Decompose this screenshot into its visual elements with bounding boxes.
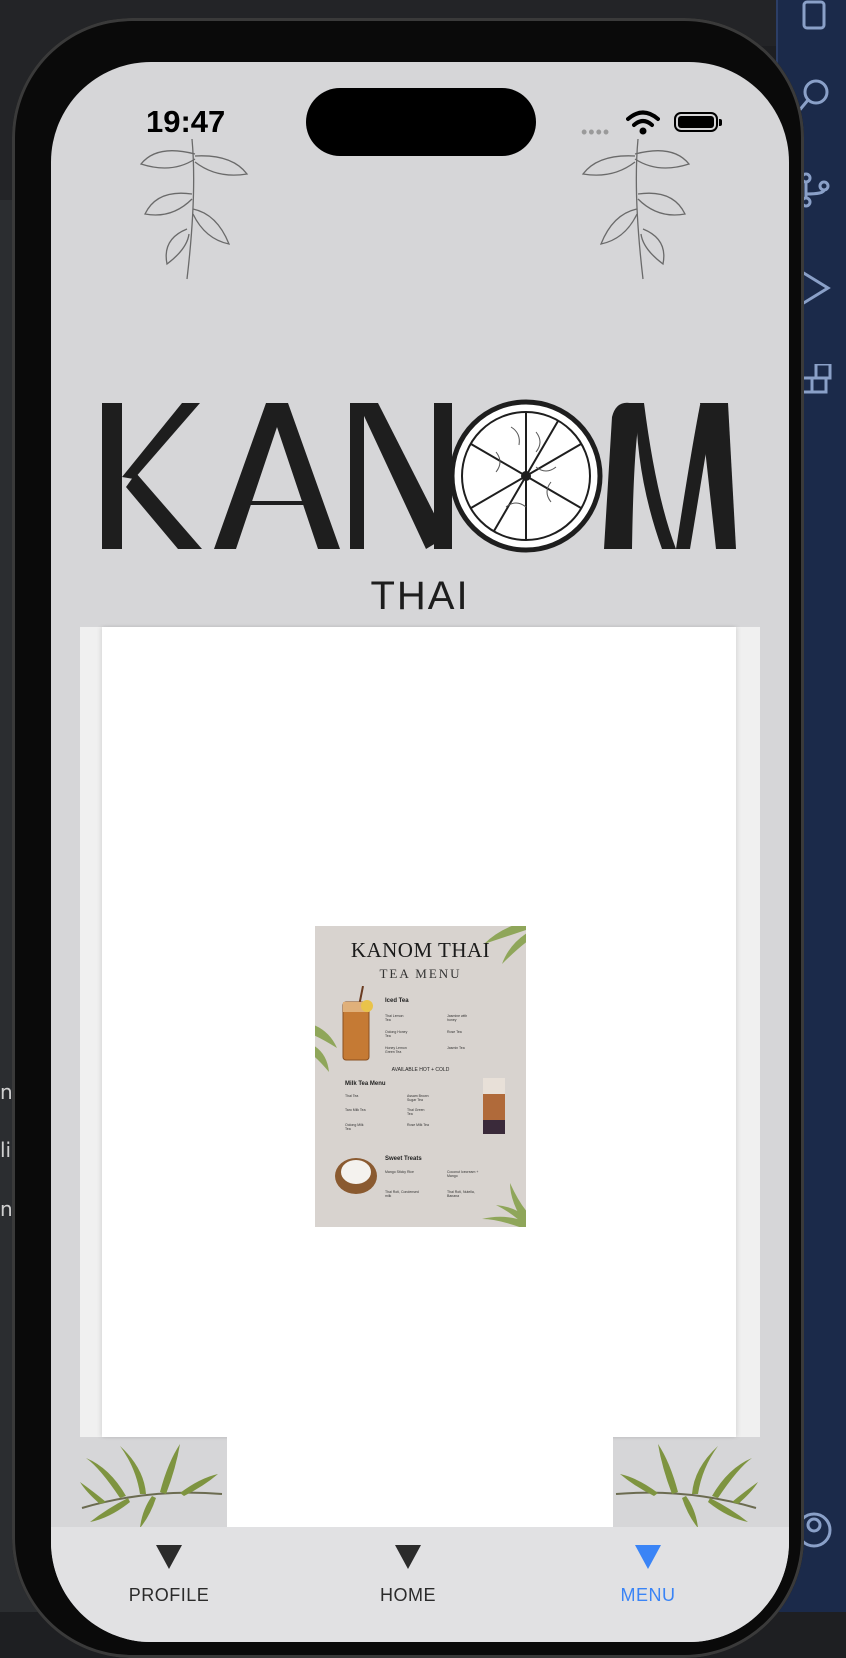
menu-section-title: Iced Tea (385, 998, 409, 1004)
bamboo-branch-icon (615, 1444, 758, 1528)
menu-item: Thai Roti, Nutella, Banana (447, 1190, 475, 1198)
tab-menu-label: MENU (620, 1585, 676, 1605)
bottom-content-strip (227, 1437, 613, 1527)
menu-item: Coconut Icecream + Mango (447, 1170, 479, 1178)
triangle-down-icon (635, 1545, 661, 1569)
dynamic-island (306, 88, 536, 156)
menu-section-title: Sweet Treats (385, 1156, 422, 1162)
tab-menu[interactable]: MENU (548, 1527, 748, 1627)
menu-item: Oolong Honey Tea (385, 1030, 408, 1038)
coconut-icon (335, 1158, 377, 1194)
ide-text-fragment: li (0, 1138, 12, 1162)
leaf-illustration-icon (581, 138, 691, 280)
tab-home-label: HOME (380, 1585, 436, 1605)
menu-item: Thai Tea (345, 1094, 359, 1098)
menu-item: Jasmine with honey (447, 1014, 468, 1022)
menu-item: Thai Lemon Tea (385, 1014, 404, 1022)
triangle-down-icon (156, 1545, 182, 1569)
menu-item: Honey Lemon Green Tea (385, 1046, 407, 1054)
menu-item: Rose Milk Tea (407, 1123, 429, 1127)
menu-image-subtitle: TEA MENU (379, 966, 462, 981)
bamboo-branch-icon (80, 1444, 223, 1528)
ide-text-fragment: n (0, 1080, 13, 1104)
milk-tea-glass-icon (483, 1078, 505, 1134)
wifi-icon (626, 110, 660, 135)
tab-home[interactable]: HOME (308, 1527, 508, 1627)
iced-tea-glass-icon (342, 986, 373, 1061)
menu-item: Thai Roti, Condensed milk (385, 1190, 419, 1198)
bamboo-leaves-icon (482, 1183, 526, 1227)
ide-text-fragment: n (0, 1197, 13, 1221)
tea-menu-image[interactable]: KANOM THAI TEA MENU Iced Tea Thai Lemon … (315, 926, 526, 1227)
menu-item: Oolong Milk Tea (345, 1123, 364, 1131)
bottom-tab-bar: PROFILE HOME MENU (51, 1527, 789, 1642)
app-screen: 19:47 •••• THAI KANOM THAI TEA MENU Iced… (51, 62, 789, 1642)
menu-item: Mango Sticky Rice (385, 1170, 414, 1174)
menu-item: Thai Green Tea (407, 1108, 425, 1116)
leaf-illustration-icon (139, 138, 249, 280)
menu-section-title: Milk Tea Menu (345, 1081, 386, 1087)
brand-subtitle: THAI (370, 574, 470, 618)
tab-profile[interactable]: PROFILE (69, 1527, 269, 1627)
menu-item: Taro Milk Tea (345, 1108, 366, 1112)
battery-icon (674, 112, 722, 132)
menu-item: Assam Brown Sugar Tea (407, 1094, 429, 1102)
iphone-frame: 19:47 •••• THAI KANOM THAI TEA MENU Iced… (12, 18, 804, 1658)
files-icon[interactable] (794, 0, 834, 40)
triangle-down-icon (395, 1545, 421, 1569)
menu-item: Rose Tea (447, 1030, 462, 1034)
menu-availability-note: AVAILABLE HOT + COLD (391, 1067, 450, 1073)
tab-profile-label: PROFILE (128, 1585, 210, 1605)
menu-item: Jasmin Tea (447, 1046, 465, 1050)
kanom-logo (102, 399, 736, 553)
menu-image-title: KANOM THAI (350, 938, 491, 962)
lemon-slice-icon (449, 399, 603, 553)
